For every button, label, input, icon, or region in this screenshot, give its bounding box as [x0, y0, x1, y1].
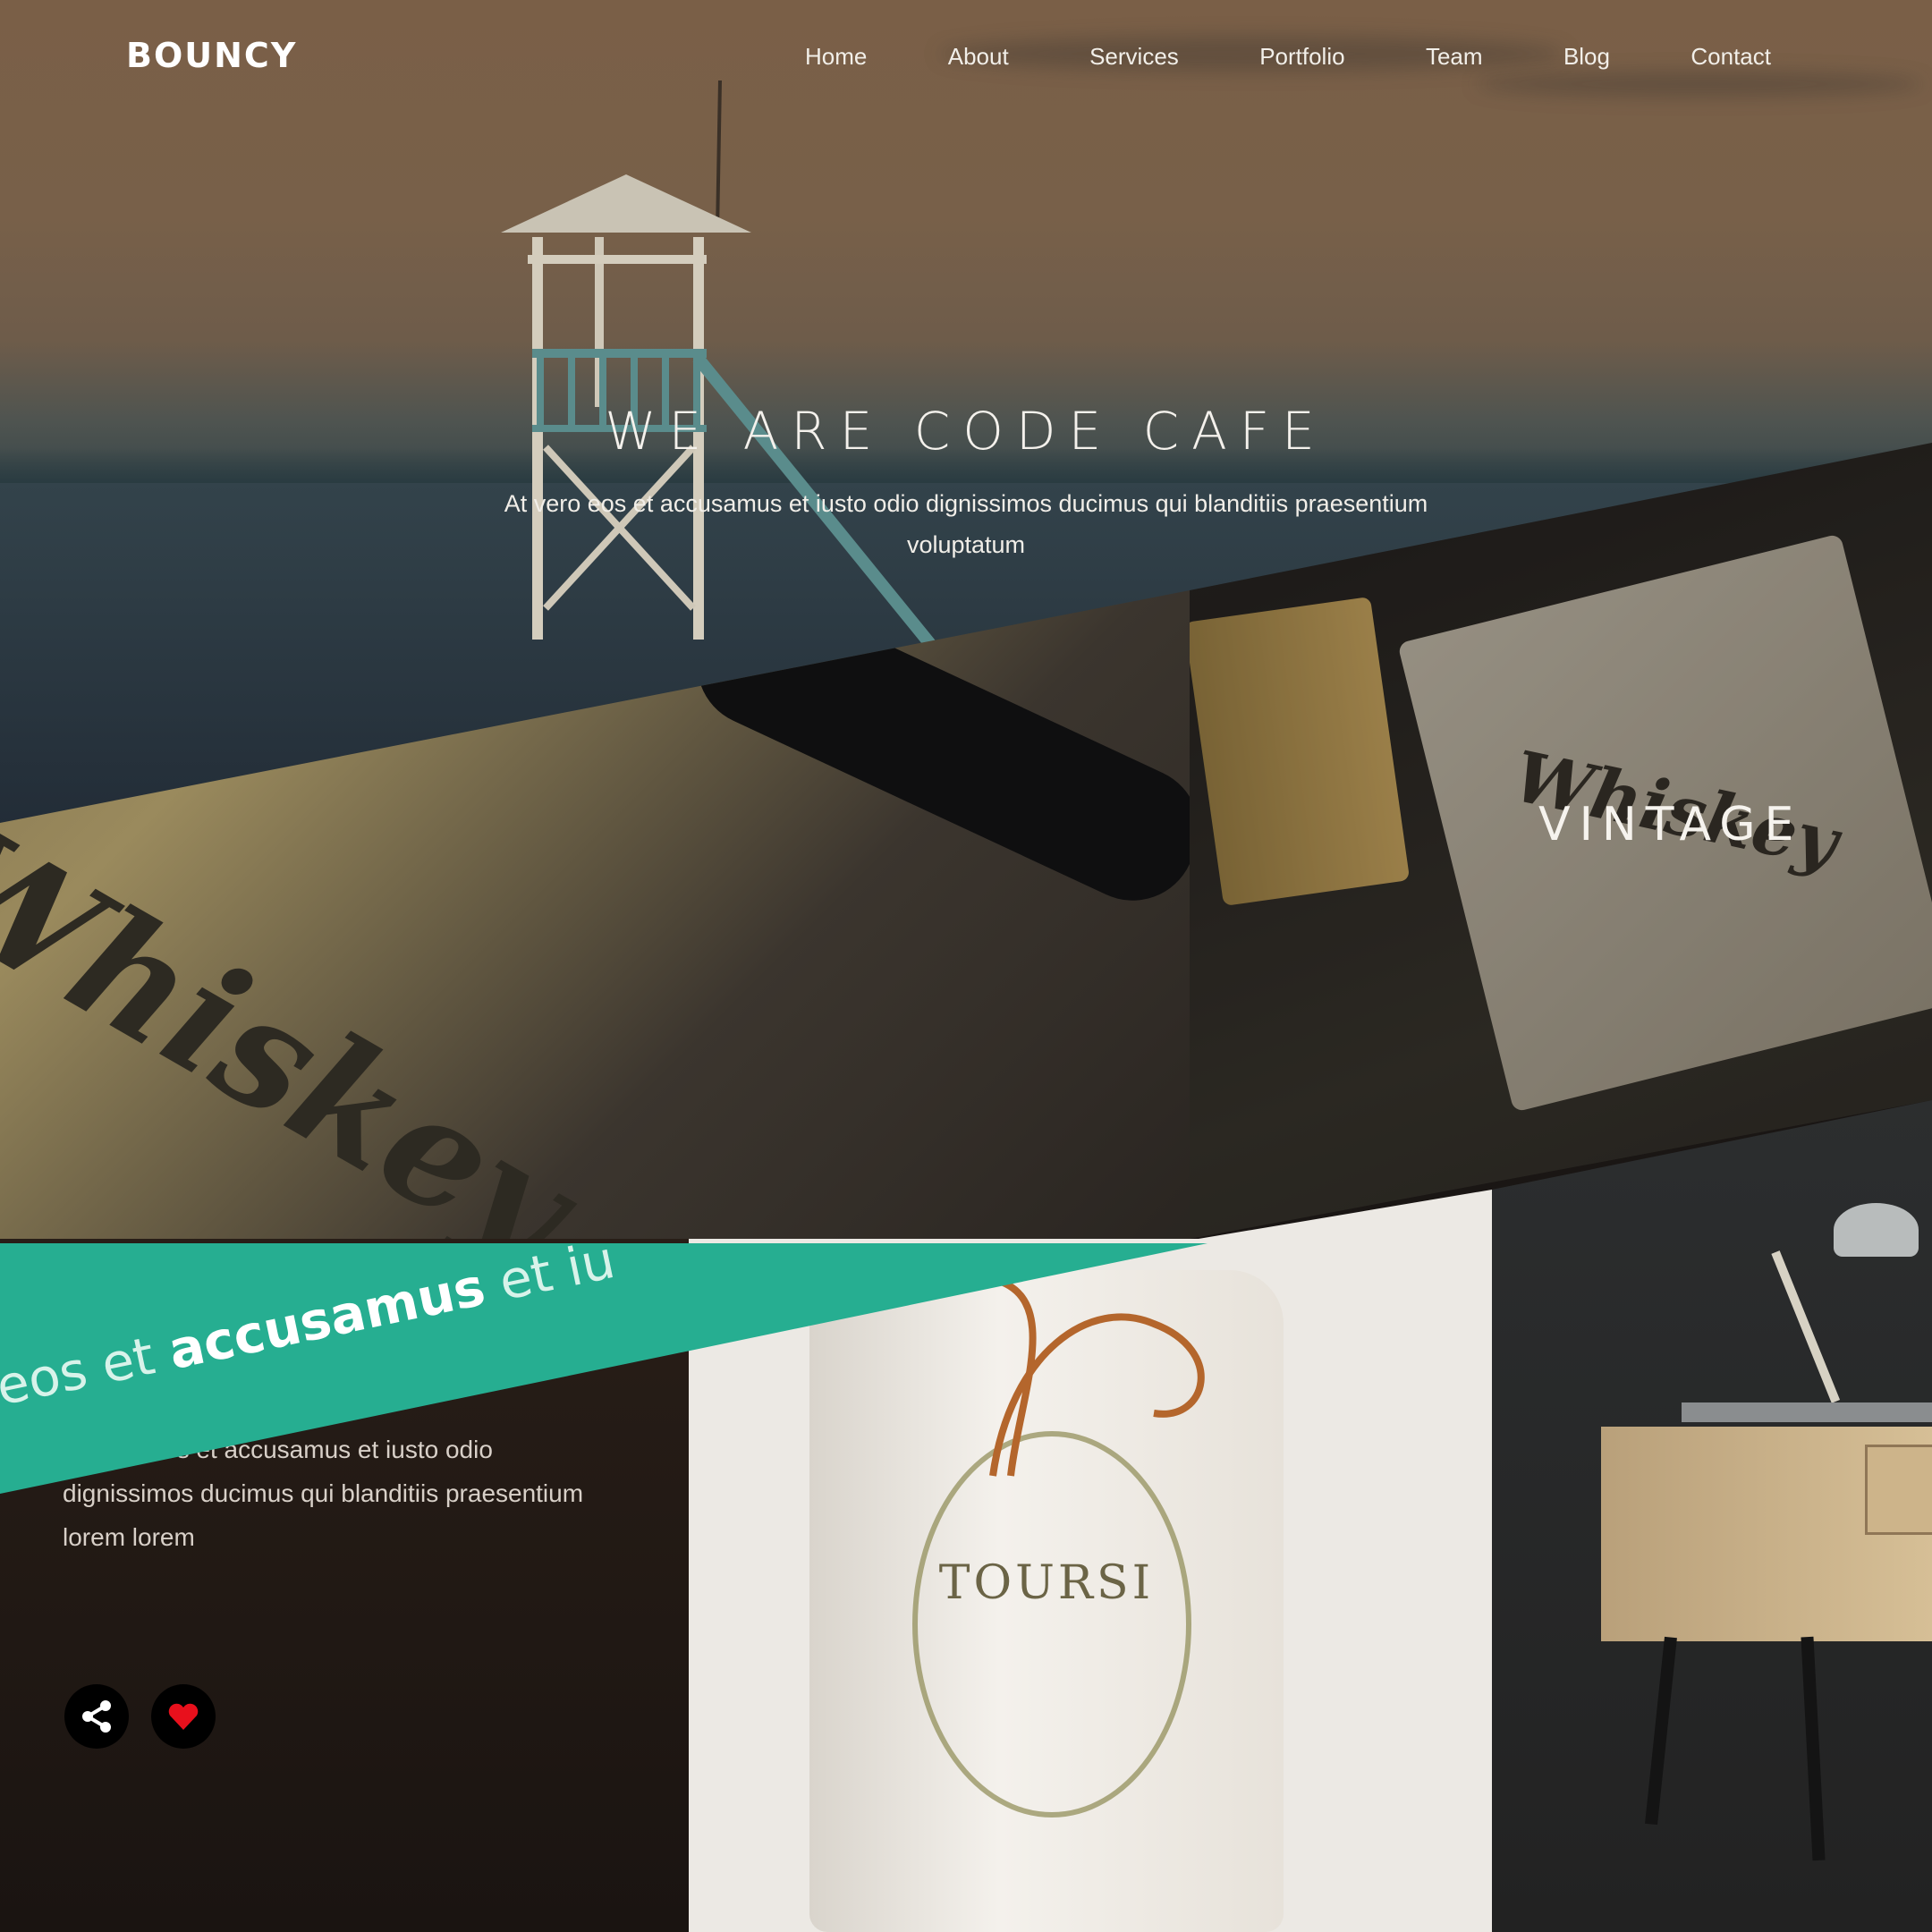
tile-caption-vintage: VINTAGE [1538, 798, 1803, 852]
brand-logo[interactable]: BOUNCY [126, 36, 297, 75]
lamp-arm-art [1771, 1250, 1841, 1403]
nav-services[interactable]: Services [1089, 43, 1179, 71]
hero-description: At vero eos et accusamus et iusto odio d… [504, 490, 1428, 558]
hero-title: WE ARE CODE CAFE [605, 401, 1327, 462]
whiskey-label-art: Whiskey [0, 787, 602, 1300]
share-button[interactable] [64, 1684, 129, 1749]
main-nav: Home About Services Portfolio Team Blog … [805, 43, 1771, 71]
lifeguard-tower [501, 80, 936, 648]
drawer-art [1865, 1445, 1932, 1535]
book-stack-art [1682, 1402, 1932, 1422]
nav-home[interactable]: Home [805, 43, 867, 71]
lamp-shade-art [1834, 1203, 1919, 1257]
nav-team[interactable]: Team [1426, 43, 1483, 71]
bag-label: TOURSI [938, 1556, 1155, 1610]
like-button[interactable] [151, 1684, 216, 1749]
table-leg [1801, 1636, 1826, 1861]
nav-blog[interactable]: Blog [1563, 43, 1610, 71]
table-leg [1645, 1636, 1677, 1826]
nav-contact[interactable]: Contact [1690, 43, 1771, 71]
nav-portfolio[interactable]: Portfolio [1259, 43, 1344, 71]
cloud [1476, 72, 1923, 97]
share-icon [82, 1700, 111, 1733]
nav-about[interactable]: About [948, 43, 1009, 71]
heart-icon [168, 1703, 199, 1730]
